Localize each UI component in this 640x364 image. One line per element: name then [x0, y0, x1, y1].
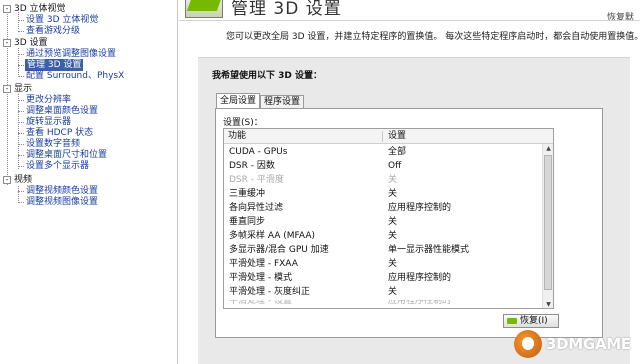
feature-cell: 垂直同步	[229, 217, 266, 227]
feature-cell: DSR - 平滑度	[229, 175, 284, 185]
setting-cell[interactable]: 关	[388, 215, 397, 229]
feature-cell: 三重缓冲	[229, 189, 266, 199]
settings-row[interactable]: 平滑处理 - 灰度纠正 关	[224, 285, 543, 299]
column-header-setting[interactable]: 设置	[388, 129, 406, 144]
page-title: 管理 3D 设置	[231, 0, 342, 19]
setting-cell[interactable]: 全部	[388, 145, 406, 159]
vertical-scrollbar[interactable]: ▲ ▼	[542, 144, 553, 308]
tree-connector	[18, 111, 24, 112]
nvidia-restore-icon	[507, 318, 517, 324]
feature-cell: 多帧采样 AA (MFAA)	[229, 231, 315, 241]
restore-defaults-link[interactable]: 恢复默	[607, 10, 634, 23]
page-description: 您可以更改全局 3D 设置，并建立特定程序的置换值。 每次这些特定程序启动时，都…	[226, 32, 640, 42]
settings-row[interactable]: 垂直同步 关	[224, 215, 543, 229]
feature-cell: 平滑处理 - 模式	[229, 273, 292, 283]
setting-cell[interactable]: Off	[388, 159, 401, 173]
feature-cell: 平滑处理 - FXAA	[229, 259, 298, 269]
setting-cell[interactable]: 应用程序控制的	[388, 300, 451, 308]
global-settings-page: 设置(S)： 功能 设置 CUDA - GPUs 全部 DSR - 因数 Off…	[215, 108, 603, 338]
collapse-toggle-icon[interactable]: -	[3, 5, 11, 13]
content-pane: 管理 3D 设置 恢复默 您可以更改全局 3D 设置，并建立特定程序的置换值。 …	[179, 0, 640, 364]
tree-connector	[18, 31, 24, 32]
tree-item-label[interactable]: 调整视频图像设置	[26, 196, 98, 208]
tree-connector	[18, 20, 24, 21]
setting-cell[interactable]: 关	[388, 285, 397, 299]
tree-connector	[18, 122, 24, 123]
settings-list-label: 设置(S)：	[223, 118, 263, 128]
tree-item-multiple-displays[interactable]: 设置多个显示器	[0, 160, 178, 172]
settings-row-disabled: DSR - 平滑度 关	[224, 173, 543, 187]
grid-header: 功能 设置	[224, 129, 553, 144]
feature-cell: 平滑处理 - 设置	[229, 300, 292, 306]
panel-title: 我希望使用以下 3D 设置：	[212, 71, 323, 81]
watermark-logo-icon	[514, 330, 542, 358]
setting-cell: 关	[388, 175, 398, 185]
feature-cell: DSR - 因数	[229, 161, 275, 171]
navigation-tree: - 3D 立体视觉 设置 3D 立体视觉 查看游戏分级 - 3D 设置 通过预览…	[0, 0, 178, 364]
tree-connector	[18, 191, 24, 192]
settings-row[interactable]: DSR - 因数 Off	[224, 159, 543, 173]
tree-connector	[18, 100, 24, 101]
tab-global-settings[interactable]: 全局设置	[216, 93, 261, 109]
feature-cell: 各向异性过滤	[229, 203, 284, 213]
restore-button-label: 恢复(I)	[520, 316, 548, 326]
tree-item-game-ratings[interactable]: 查看游戏分级	[0, 25, 178, 37]
settings-row[interactable]: 平滑处理 - FXAA 关	[224, 257, 543, 271]
collapse-toggle-icon[interactable]: -	[3, 176, 11, 184]
settings-row[interactable]: 平滑处理 - 模式 应用程序控制的	[224, 271, 543, 285]
feature-cell: 多显示器/混合 GPU 加速	[229, 245, 329, 255]
watermark-text: 3DMGAME	[546, 335, 631, 353]
tree-item-label[interactable]: 配置 Surround、PhysX	[26, 70, 124, 82]
setting-cell[interactable]: 关	[388, 187, 397, 201]
tree-connector	[18, 54, 24, 55]
scrollbar-thumb[interactable]	[544, 155, 552, 290]
tree-connector	[18, 202, 24, 203]
page-header: 管理 3D 设置 恢复默	[179, 0, 640, 23]
restore-button[interactable]: 恢复(I)	[503, 314, 559, 328]
tree-connector	[18, 144, 24, 145]
tree-item-configure-surround-physx[interactable]: 配置 Surround、PhysX	[0, 70, 178, 82]
settings-panel: 我希望使用以下 3D 设置： 程序设置 全局设置 设置(S)： 功能 设置 CU…	[198, 57, 630, 364]
scroll-up-arrow-icon[interactable]: ▲	[543, 144, 553, 154]
settings-row[interactable]: 多帧采样 AA (MFAA) 关	[224, 229, 543, 243]
tree-item-label[interactable]: 设置多个显示器	[26, 160, 89, 172]
collapse-toggle-icon[interactable]: -	[3, 85, 11, 93]
tree-connector	[18, 76, 24, 77]
header-divider	[179, 20, 640, 21]
tree-connector	[18, 133, 24, 134]
setting-cell[interactable]: 应用程序控制的	[388, 271, 451, 285]
settings-row[interactable]: CUDA - GPUs 全部	[224, 145, 543, 159]
column-divider[interactable]	[382, 131, 383, 142]
tree-item-label[interactable]: 查看游戏分级	[26, 25, 80, 37]
settings-row[interactable]: 多显示器/混合 GPU 加速 单一显示器性能模式	[224, 243, 543, 257]
settings-row[interactable]: 三重缓冲 关	[224, 187, 543, 201]
nvidia-settings-icon	[185, 0, 223, 18]
settings-row-partial[interactable]: 平滑处理 - 设置 应用程序控制的	[224, 300, 543, 308]
feature-cell: 平滑处理 - 灰度纠正	[229, 287, 310, 297]
settings-row[interactable]: 各向异性过滤 应用程序控制的	[224, 201, 543, 215]
scroll-down-arrow-icon[interactable]: ▼	[543, 300, 553, 308]
setting-cell[interactable]: 关	[388, 229, 397, 243]
collapse-toggle-icon[interactable]: -	[3, 39, 11, 47]
tree-connector	[18, 155, 24, 156]
setting-cell[interactable]: 单一显示器性能模式	[388, 243, 469, 257]
feature-cell: CUDA - GPUs	[229, 147, 288, 157]
tree-item-video-image[interactable]: 调整视频图像设置	[0, 196, 178, 208]
tree-connector	[18, 166, 24, 167]
settings-grid: 功能 设置 CUDA - GPUs 全部 DSR - 因数 Off DSR - …	[223, 128, 554, 309]
tab-program-settings[interactable]: 程序设置	[260, 95, 305, 109]
setting-cell[interactable]: 应用程序控制的	[388, 201, 451, 215]
column-header-feature[interactable]: 功能	[228, 129, 246, 144]
site-watermark: 3DMGAME	[514, 329, 634, 359]
setting-cell[interactable]: 关	[388, 257, 397, 271]
tree-connector	[18, 65, 24, 66]
